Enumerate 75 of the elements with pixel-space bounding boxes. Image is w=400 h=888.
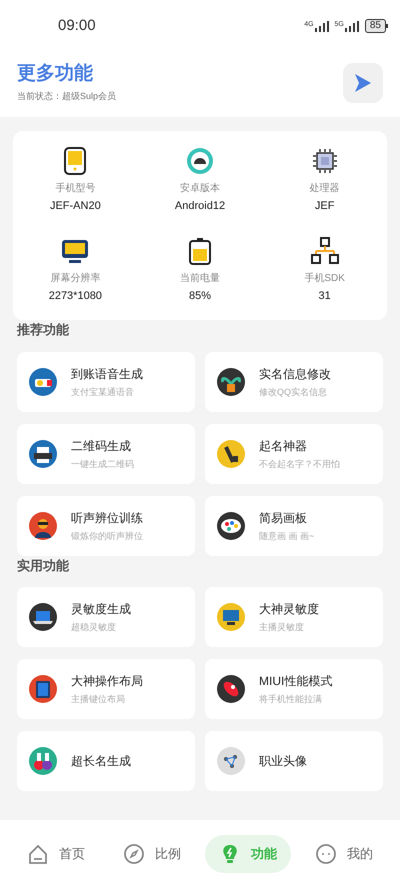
feature-subtitle: 将手机性能拉满	[259, 693, 323, 706]
feature-card[interactable]: 简易画板 随意画 画 画~	[205, 496, 383, 556]
compass-icon	[123, 843, 145, 865]
face-icon	[315, 843, 337, 865]
chip-icon	[310, 147, 339, 176]
feature-subtitle: 超稳灵敏度	[71, 621, 117, 634]
info-label: 当前电量	[180, 272, 220, 286]
feature-title: 二维码生成	[71, 438, 132, 454]
feature-title: 大神操作布局	[71, 673, 143, 690]
info-value: 31	[318, 288, 331, 304]
info-value: JEF-AN20	[50, 199, 101, 214]
feature-subtitle: 修改QQ实名信息	[259, 386, 328, 399]
feature-subtitle: 主播键位布局	[71, 693, 126, 706]
feature-subtitle: 主播灵敏度	[259, 621, 305, 634]
info-value: JEF	[314, 199, 334, 214]
flasks-icon	[29, 747, 57, 776]
play-icon	[354, 72, 372, 93]
feature-subtitle: 随意画 画 画~	[259, 530, 314, 542]
feature-title: 职业头像	[259, 753, 307, 770]
feature-card[interactable]: 起名神器 不会起名字？不用怕	[205, 424, 383, 484]
feature-card[interactable]: 听声辨位训练 锻炼你的听声辨位	[17, 496, 195, 556]
feature-card[interactable]: 大神灵敏度 主播灵敏度	[205, 587, 383, 648]
play-button[interactable]	[343, 62, 383, 103]
feature-title: 听声辨位训练	[71, 510, 143, 526]
info-label: 处理器	[310, 182, 340, 196]
feature-card[interactable]: 到账语音生成 支付宝某通语音	[17, 352, 195, 412]
desktop-icon	[217, 603, 245, 632]
signal-icon	[314, 20, 329, 32]
printer-icon	[29, 440, 57, 468]
android-icon	[186, 147, 214, 176]
feature-title: 简易画板	[259, 510, 308, 526]
feature-card[interactable]: 职业头像	[205, 731, 383, 792]
info-value: 2273*1080	[48, 288, 102, 304]
battery-level: 85	[364, 19, 386, 33]
feature-title: 到账语音生成	[71, 366, 143, 382]
feature-card[interactable]: 实名信息修改 修改QQ实名信息	[205, 352, 383, 412]
feature-card[interactable]: 灵敏度生成 超稳灵敏度	[17, 587, 195, 648]
tablet-icon	[29, 675, 57, 704]
feature-subtitle: 一键生成二维码	[71, 458, 134, 470]
feature-card[interactable]: 大神操作布局 主播键位布局	[17, 659, 195, 720]
worker-figure-icon	[29, 512, 57, 540]
feature-subtitle: 锻炼你的听声辨位	[71, 530, 143, 542]
feature-title: 起名神器	[259, 438, 308, 454]
feature-card[interactable]: MIUI性能模式 将手机性能拉满	[205, 659, 383, 720]
info-label: 手机型号	[55, 182, 96, 196]
feature-title: 实名信息修改	[259, 366, 331, 382]
membership-status: 当前状态：超级Sulp会员	[17, 90, 116, 103]
feature-subtitle: 不会起名字？不用怕	[259, 458, 340, 470]
laptop-icon	[29, 603, 57, 632]
section-title: 实用功能	[16, 556, 70, 575]
nav-tab[interactable]: 比例	[109, 835, 195, 873]
page-title: 更多功能	[17, 62, 94, 86]
feature-title: MIUI性能模式	[259, 673, 332, 690]
feature-title: 大神灵敏度	[259, 601, 319, 618]
home-icon	[27, 843, 49, 865]
rocket-icon	[217, 675, 245, 704]
feature-title: 灵敏度生成	[71, 601, 131, 618]
molecule-network-icon	[217, 747, 245, 776]
signal-icon	[344, 20, 359, 32]
palette-icon	[217, 512, 245, 540]
network-tree-icon	[310, 236, 339, 265]
info-label: 安卓版本	[180, 182, 220, 196]
nav-tab[interactable]: 我的	[301, 835, 387, 873]
section-title: 推荐功能	[16, 321, 70, 340]
feature-title: 超长名生成	[71, 753, 131, 770]
info-value: Android12	[174, 199, 226, 214]
plant-icon	[217, 368, 245, 396]
info-label: 手机SDK	[304, 272, 345, 286]
feature-card[interactable]: 超长名生成	[17, 731, 195, 792]
info-value: 85%	[188, 288, 211, 304]
feature-card[interactable]: 二维码生成 一键生成二维码	[17, 424, 195, 484]
nav-tab[interactable]: 首页	[13, 835, 99, 873]
info-label: 屏幕分辨率	[50, 272, 100, 286]
feature-subtitle: 支付宝某通语音	[71, 386, 135, 398]
status-time: 09:00	[58, 16, 96, 36]
